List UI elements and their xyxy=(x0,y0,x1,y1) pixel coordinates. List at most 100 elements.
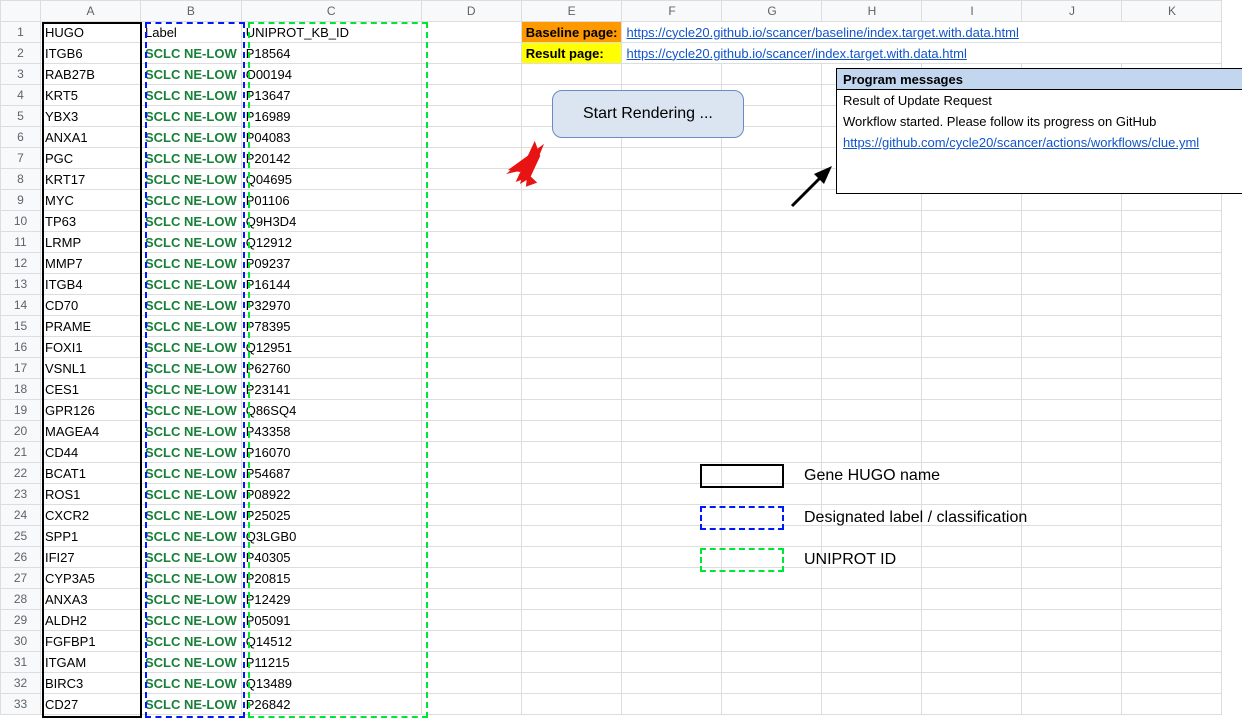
cell-E25[interactable] xyxy=(521,526,622,547)
cell-K18[interactable] xyxy=(1122,379,1222,400)
cell-F16[interactable] xyxy=(622,337,722,358)
cell-D32[interactable] xyxy=(421,673,521,694)
cell-B15[interactable]: SCLC NE-LOW xyxy=(141,316,242,337)
row-header[interactable]: 14 xyxy=(1,295,41,316)
cell-G21[interactable] xyxy=(722,442,822,463)
cell-E1[interactable]: Baseline page: xyxy=(521,22,622,43)
cell-G12[interactable] xyxy=(722,253,822,274)
cell-B13[interactable]: SCLC NE-LOW xyxy=(141,274,242,295)
cell-J10[interactable] xyxy=(1022,211,1122,232)
cell-B31[interactable]: SCLC NE-LOW xyxy=(141,652,242,673)
column-header-J[interactable]: J xyxy=(1022,1,1122,22)
cell-A26[interactable]: IFI27 xyxy=(41,547,141,568)
cell-E2[interactable]: Result page: xyxy=(521,43,622,64)
cell-E29[interactable] xyxy=(521,610,622,631)
cell-F29[interactable] xyxy=(622,610,722,631)
cell-B10[interactable]: SCLC NE-LOW xyxy=(141,211,242,232)
cell-F2[interactable]: https://cycle20.github.io/scancer/index.… xyxy=(622,43,1222,64)
cell-I28[interactable] xyxy=(922,589,1022,610)
cell-B9[interactable]: SCLC NE-LOW xyxy=(141,190,242,211)
start-rendering-button[interactable]: Start Rendering ... xyxy=(552,90,744,138)
cell-J24[interactable] xyxy=(1022,505,1122,526)
cell-A32[interactable]: BIRC3 xyxy=(41,673,141,694)
messages-link[interactable]: https://github.com/cycle20/scancer/actio… xyxy=(843,135,1199,150)
cell-K14[interactable] xyxy=(1122,295,1222,316)
cell-G10[interactable] xyxy=(722,211,822,232)
cell-H12[interactable] xyxy=(822,253,922,274)
cell-J22[interactable] xyxy=(1022,463,1122,484)
cell-H13[interactable] xyxy=(822,274,922,295)
cell-G19[interactable] xyxy=(722,400,822,421)
cell-F9[interactable] xyxy=(622,190,722,211)
cell-E21[interactable] xyxy=(521,442,622,463)
cell-K12[interactable] xyxy=(1122,253,1222,274)
cell-C3[interactable]: O00194 xyxy=(241,64,421,85)
row-header[interactable]: 18 xyxy=(1,379,41,400)
cell-E19[interactable] xyxy=(521,400,622,421)
row-header[interactable]: 8 xyxy=(1,169,41,190)
cell-E11[interactable] xyxy=(521,232,622,253)
cell-B25[interactable]: SCLC NE-LOW xyxy=(141,526,242,547)
cell-F8[interactable] xyxy=(622,169,722,190)
cell-H30[interactable] xyxy=(822,631,922,652)
cell-F13[interactable] xyxy=(622,274,722,295)
cell-I21[interactable] xyxy=(922,442,1022,463)
cell-A6[interactable]: ANXA1 xyxy=(41,127,141,148)
row-header[interactable]: 26 xyxy=(1,547,41,568)
cell-J27[interactable] xyxy=(1022,568,1122,589)
row-header[interactable]: 9 xyxy=(1,190,41,211)
cell-G28[interactable] xyxy=(722,589,822,610)
cell-C18[interactable]: P23141 xyxy=(241,379,421,400)
cell-E3[interactable] xyxy=(521,64,622,85)
cell-E26[interactable] xyxy=(521,547,622,568)
row-header[interactable]: 11 xyxy=(1,232,41,253)
cell-E33[interactable] xyxy=(521,694,622,715)
cell-B19[interactable]: SCLC NE-LOW xyxy=(141,400,242,421)
cell-G30[interactable] xyxy=(722,631,822,652)
baseline-link[interactable]: https://cycle20.github.io/scancer/baseli… xyxy=(626,25,1018,40)
cell-H33[interactable] xyxy=(822,694,922,715)
cell-I19[interactable] xyxy=(922,400,1022,421)
column-header-B[interactable]: B xyxy=(141,1,242,22)
cell-B16[interactable]: SCLC NE-LOW xyxy=(141,337,242,358)
row-header[interactable]: 13 xyxy=(1,274,41,295)
cell-D5[interactable] xyxy=(421,106,521,127)
cell-F20[interactable] xyxy=(622,421,722,442)
column-header-A[interactable]: A xyxy=(41,1,141,22)
cell-H19[interactable] xyxy=(822,400,922,421)
cell-J15[interactable] xyxy=(1022,316,1122,337)
cell-K10[interactable] xyxy=(1122,211,1222,232)
row-header[interactable]: 4 xyxy=(1,85,41,106)
row-header[interactable]: 15 xyxy=(1,316,41,337)
cell-K24[interactable] xyxy=(1122,505,1222,526)
row-header[interactable]: 33 xyxy=(1,694,41,715)
cell-D14[interactable] xyxy=(421,295,521,316)
cell-C27[interactable]: P20815 xyxy=(241,568,421,589)
cell-H18[interactable] xyxy=(822,379,922,400)
cell-C29[interactable]: P05091 xyxy=(241,610,421,631)
cell-J11[interactable] xyxy=(1022,232,1122,253)
cell-C12[interactable]: P09237 xyxy=(241,253,421,274)
cell-B29[interactable]: SCLC NE-LOW xyxy=(141,610,242,631)
cell-A20[interactable]: MAGEA4 xyxy=(41,421,141,442)
cell-H28[interactable] xyxy=(822,589,922,610)
cell-I30[interactable] xyxy=(922,631,1022,652)
cell-D15[interactable] xyxy=(421,316,521,337)
cell-D4[interactable] xyxy=(421,85,521,106)
cell-E14[interactable] xyxy=(521,295,622,316)
cell-C7[interactable]: P20142 xyxy=(241,148,421,169)
row-header[interactable]: 27 xyxy=(1,568,41,589)
cell-C33[interactable]: P26842 xyxy=(241,694,421,715)
cell-E18[interactable] xyxy=(521,379,622,400)
row-header[interactable]: 30 xyxy=(1,631,41,652)
cell-F11[interactable] xyxy=(622,232,722,253)
cell-D22[interactable] xyxy=(421,463,521,484)
cell-K21[interactable] xyxy=(1122,442,1222,463)
cell-J18[interactable] xyxy=(1022,379,1122,400)
cell-E20[interactable] xyxy=(521,421,622,442)
cell-K26[interactable] xyxy=(1122,547,1222,568)
cell-B14[interactable]: SCLC NE-LOW xyxy=(141,295,242,316)
cell-H31[interactable] xyxy=(822,652,922,673)
column-header-I[interactable]: I xyxy=(922,1,1022,22)
cell-B5[interactable]: SCLC NE-LOW xyxy=(141,106,242,127)
